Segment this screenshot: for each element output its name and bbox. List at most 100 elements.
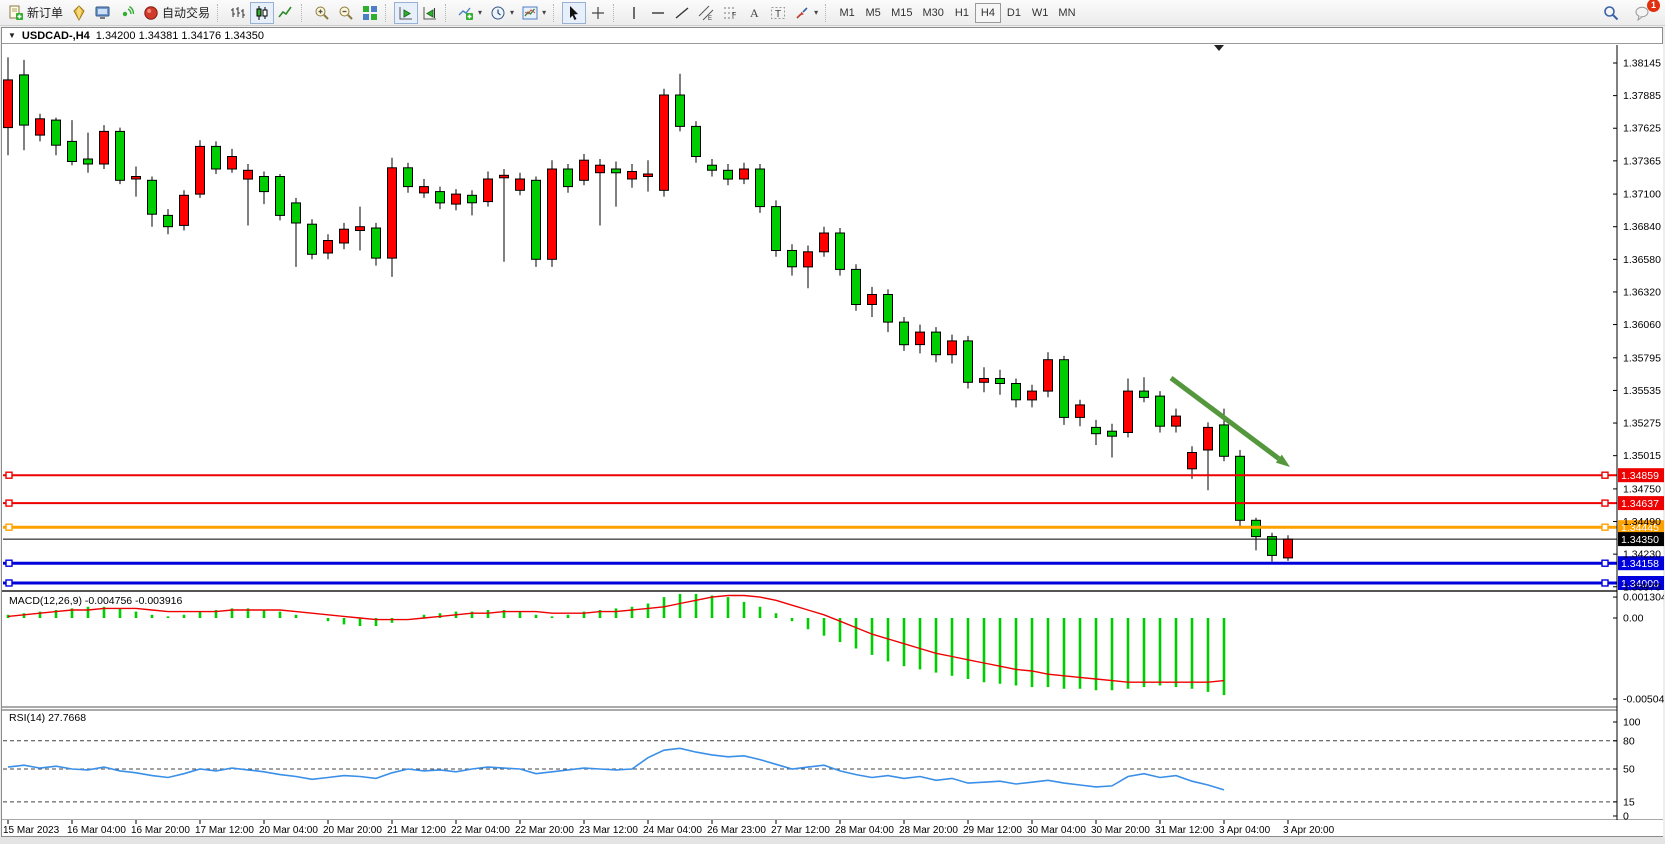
shapes-icon [794, 5, 810, 21]
candle [724, 170, 733, 179]
autotrade-icon [143, 5, 159, 21]
text-button[interactable]: A [742, 2, 766, 24]
candle-chart-button[interactable] [250, 2, 274, 24]
hline-handle[interactable] [1602, 500, 1608, 506]
status-bar [0, 837, 1665, 844]
timeframe-m1-button[interactable]: M1 [834, 3, 860, 23]
hline-handle[interactable] [1602, 560, 1608, 566]
candle [212, 146, 221, 169]
toolbar-group-scrolling [394, 1, 442, 25]
autotrade-button[interactable]: 自动交易 [139, 2, 214, 24]
candle [148, 180, 157, 214]
chart-menu-arrow-icon[interactable]: ▼ [8, 31, 16, 40]
zoom-in-button[interactable] [310, 2, 334, 24]
cursor-button[interactable] [562, 2, 586, 24]
candle [756, 169, 765, 207]
candle [276, 177, 285, 216]
candle [1044, 360, 1053, 391]
hline-handle[interactable] [6, 560, 12, 566]
price-axis-label: 1.37625 [1623, 123, 1661, 135]
toolbar-group-orders: 新订单 自动交易 [4, 1, 214, 25]
price-axis-label: 1.37100 [1623, 189, 1661, 201]
timeframe-d1-button[interactable]: D1 [1001, 3, 1027, 23]
signal-button[interactable] [115, 2, 139, 24]
toolbar-group-pointer [562, 1, 610, 25]
hline-button[interactable] [646, 2, 670, 24]
crosshair-button[interactable] [586, 2, 610, 24]
zoom-out-button[interactable] [334, 2, 358, 24]
timeframe-m30-button[interactable]: M30 [918, 3, 949, 23]
candle [980, 379, 989, 383]
toolbar-separator [217, 4, 223, 22]
timeframe-m15-button[interactable]: M15 [886, 3, 917, 23]
candle [660, 95, 669, 190]
hline-handle[interactable] [6, 524, 12, 530]
periods-button[interactable]: ▾ [486, 2, 518, 24]
candle [580, 160, 589, 180]
hline-handle[interactable] [1602, 524, 1608, 530]
rsi-axis-label: 80 [1623, 735, 1635, 747]
price-axis-label: 1.34750 [1623, 483, 1661, 495]
candle [1220, 425, 1229, 456]
toolbar-group-drawing: E FAT▾ [622, 1, 822, 25]
bar-chart-button[interactable] [226, 2, 250, 24]
chat-button[interactable]: 1 [1631, 2, 1655, 24]
candle [308, 224, 317, 254]
candle [1156, 396, 1165, 426]
timeframe-h1-button[interactable]: H1 [949, 3, 975, 23]
candle [884, 295, 893, 323]
chevron-down-icon: ▾ [510, 8, 514, 17]
chart-shift-button[interactable] [418, 2, 442, 24]
candle [964, 341, 973, 382]
price-axis-label: 1.35535 [1623, 385, 1661, 397]
text-label-button[interactable]: T [766, 2, 790, 24]
macd-axis-label: 0.00 [1623, 613, 1644, 625]
hline-handle[interactable] [1602, 580, 1608, 586]
chart-canvas[interactable]: 1.348591.346371.344451.343501.341581.340… [2, 44, 1664, 837]
toolbar-group-chart-types [226, 1, 298, 25]
timeframe-h4-button[interactable]: H4 [975, 3, 1001, 23]
macd-axis-label: 0.001304 [1623, 592, 1664, 604]
indicator-add-icon [458, 5, 474, 21]
candle [4, 80, 13, 128]
charts-button[interactable] [91, 2, 115, 24]
new-order-button[interactable]: 新订单 [4, 2, 67, 24]
indicators-button[interactable]: ▾ [454, 2, 486, 24]
timeframe-m5-button[interactable]: M5 [860, 3, 886, 23]
autoscroll-icon [398, 5, 414, 21]
toolbar-separator [301, 4, 307, 22]
gem-button[interactable] [67, 2, 91, 24]
search-button[interactable] [1599, 2, 1623, 24]
hline-handle[interactable] [6, 500, 12, 506]
timeframe-mn-button[interactable]: MN [1053, 3, 1080, 23]
svg-text:F: F [732, 12, 736, 19]
hline-handle[interactable] [6, 580, 12, 586]
clock-icon [490, 5, 506, 21]
trendline-button[interactable] [670, 2, 694, 24]
auto-scroll-button[interactable] [394, 2, 418, 24]
candle [516, 179, 525, 190]
tile-windows-button[interactable] [358, 2, 382, 24]
vline-button[interactable] [622, 2, 646, 24]
hline-handle[interactable] [6, 472, 12, 478]
hline-handle[interactable] [1602, 472, 1608, 478]
templates-button[interactable]: ▾ [518, 2, 550, 24]
candle [436, 192, 445, 203]
fibonacci-button[interactable]: F [718, 2, 742, 24]
candle [52, 120, 61, 145]
channel-button[interactable]: E [694, 2, 718, 24]
time-axis-label: 16 Mar 04:00 [67, 825, 126, 836]
price-axis-label: 1.38145 [1623, 58, 1661, 70]
candle [868, 295, 877, 305]
candle [132, 177, 141, 180]
candle [1140, 391, 1149, 397]
candle [468, 195, 477, 203]
doc-new-icon [8, 5, 24, 21]
price-badge-label: 1.34350 [1621, 534, 1659, 546]
timeframe-w1-button[interactable]: W1 [1027, 3, 1054, 23]
line-chart-button[interactable] [274, 2, 298, 24]
arrows-button[interactable]: ▾ [790, 2, 822, 24]
candle [1076, 405, 1085, 418]
candle [548, 169, 557, 259]
text-label-icon: T [770, 5, 786, 21]
